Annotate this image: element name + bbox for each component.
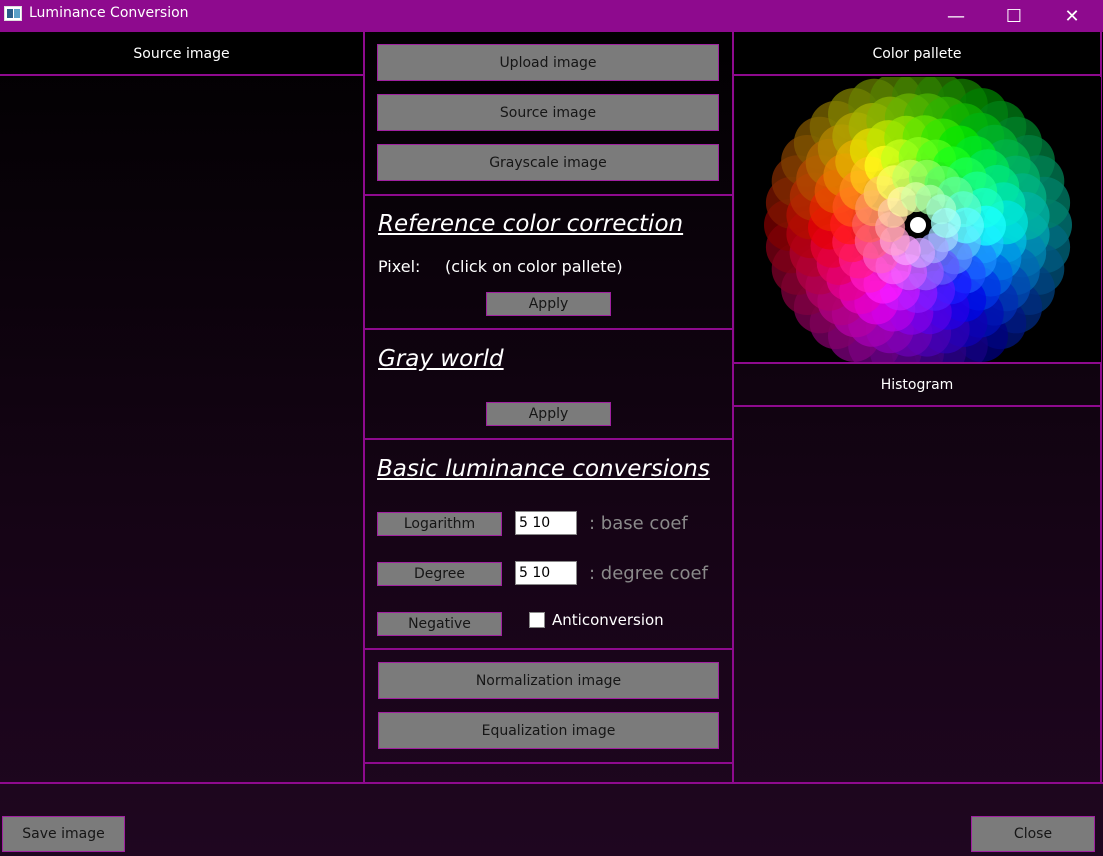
title-bar: Luminance Conversion — ☐ ✕ bbox=[0, 0, 1103, 32]
color-palette[interactable] bbox=[735, 71, 1101, 379]
logarithm-button[interactable]: Logarithm bbox=[377, 512, 502, 536]
pixel-label: Pixel: bbox=[378, 257, 421, 276]
histogram-area bbox=[734, 409, 1100, 782]
minimize-button[interactable]: — bbox=[927, 0, 985, 32]
grayscale-image-button[interactable]: Grayscale image bbox=[377, 144, 719, 181]
section-divider-1 bbox=[364, 194, 732, 196]
section-divider-4 bbox=[364, 648, 732, 650]
equalization-image-button[interactable]: Equalization image bbox=[378, 712, 719, 749]
app-icon bbox=[4, 6, 22, 21]
degree-coef-input[interactable] bbox=[515, 561, 577, 585]
left-divider bbox=[363, 32, 365, 784]
histogram-header: Histogram bbox=[734, 364, 1100, 407]
close-window-button[interactable]: ✕ bbox=[1043, 0, 1101, 32]
bottom-divider bbox=[0, 782, 1103, 784]
histogram-header-label: Histogram bbox=[880, 376, 954, 393]
source-image-area bbox=[0, 78, 363, 782]
source-image-header: Source image bbox=[0, 33, 363, 76]
degree-hint: : degree coef bbox=[589, 563, 708, 584]
palette-center-swatch[interactable] bbox=[910, 217, 926, 233]
reference-apply-button[interactable]: Apply bbox=[486, 292, 611, 316]
source-image-header-label: Source image bbox=[133, 45, 230, 62]
color-palette-header-label: Color pallete bbox=[872, 45, 962, 62]
anticonversion-label: Anticonversion bbox=[552, 611, 664, 629]
anticonversion-checkbox[interactable] bbox=[529, 612, 545, 628]
gray-world-title: Gray world bbox=[378, 346, 504, 372]
reference-section-title: Reference color correction bbox=[378, 211, 684, 237]
maximize-button[interactable]: ☐ bbox=[985, 0, 1043, 32]
pixel-hint: (click on color pallete) bbox=[445, 257, 623, 276]
palette-swatch[interactable] bbox=[930, 207, 961, 238]
upload-image-button[interactable]: Upload image bbox=[377, 44, 719, 81]
logarithm-hint: : base coef bbox=[589, 513, 688, 534]
basic-conversions-title: Basic luminance conversions bbox=[377, 456, 710, 482]
gray-world-apply-button[interactable]: Apply bbox=[486, 402, 611, 426]
negative-button[interactable]: Negative bbox=[377, 612, 502, 636]
close-button[interactable]: Close bbox=[971, 816, 1095, 852]
normalization-image-button[interactable]: Normalization image bbox=[378, 662, 719, 699]
window-title: Luminance Conversion bbox=[29, 5, 189, 21]
save-image-button[interactable]: Save image bbox=[2, 816, 125, 852]
section-divider-2 bbox=[364, 328, 732, 330]
section-divider-5 bbox=[364, 762, 732, 764]
logarithm-coef-input[interactable] bbox=[515, 511, 577, 535]
degree-button[interactable]: Degree bbox=[377, 562, 502, 586]
color-palette-wheel[interactable] bbox=[735, 71, 1101, 379]
source-image-button[interactable]: Source image bbox=[377, 94, 719, 131]
color-palette-header: Color pallete bbox=[734, 33, 1100, 76]
section-divider-3 bbox=[364, 438, 732, 440]
